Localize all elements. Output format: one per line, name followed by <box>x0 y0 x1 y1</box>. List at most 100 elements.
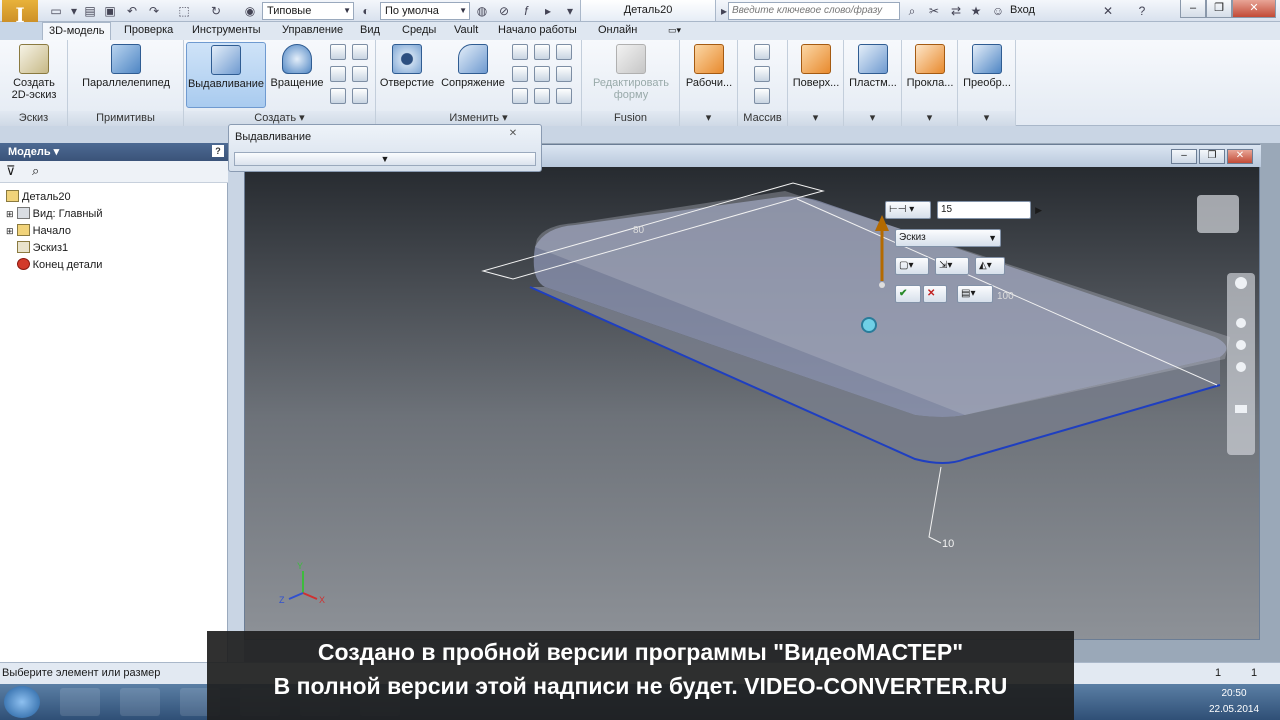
edit-form-button[interactable]: Редактировать форму <box>586 42 676 101</box>
surface-button[interactable]: Поверх... <box>790 42 842 89</box>
ribbon-options-icon[interactable]: ▭▾ <box>662 22 687 40</box>
tree-item-part[interactable]: Деталь20 <box>6 189 71 206</box>
delete-face-icon[interactable] <box>556 88 572 104</box>
distance-type-dropdown[interactable]: ⊢⊣ ▾ <box>885 201 931 219</box>
chamfer-icon[interactable] <box>512 44 528 60</box>
close-icon[interactable]: ✕ <box>1100 3 1116 19</box>
browser-header[interactable]: Модель ▾ ? <box>0 143 228 161</box>
tab-online[interactable]: Онлайн <box>592 22 643 40</box>
panel-convert-dropdown[interactable]: ▾ <box>958 111 1015 126</box>
close-icon[interactable]: ✕ <box>505 128 521 141</box>
model-canvas[interactable]: 80 100 10 Y X Z <box>245 167 1261 641</box>
filter-icon[interactable]: ⊽ <box>6 163 16 179</box>
coil-icon[interactable] <box>352 44 368 60</box>
loft-icon[interactable] <box>330 44 346 60</box>
mirror-icon[interactable] <box>754 88 770 104</box>
output-type-dropdown[interactable]: ▢▾ <box>895 257 929 275</box>
help-icon[interactable]: ? <box>1134 3 1150 19</box>
tree-item-end-of-part[interactable]: ⊞ Конец детали <box>6 257 102 274</box>
login-link[interactable]: Вход <box>1010 4 1035 16</box>
move-face-icon[interactable] <box>556 66 572 82</box>
dimension-100[interactable]: 100 <box>997 291 1014 302</box>
panel-plastic-dropdown[interactable]: ▾ <box>844 111 901 126</box>
clock-time[interactable]: 20:50 <box>1214 688 1254 699</box>
distance-input[interactable]: 15 ▶ <box>937 201 1042 219</box>
appearance-icon[interactable]: ◉ <box>242 3 258 19</box>
combine-icon[interactable] <box>556 44 572 60</box>
exchange-icon[interactable]: ⇄ <box>948 3 964 19</box>
maximize-button[interactable]: ❐ <box>1199 149 1225 164</box>
zoom-icon[interactable] <box>1236 340 1246 350</box>
operation-dropdown[interactable]: ◭▾ <box>975 257 1005 275</box>
save-icon[interactable]: ▣ <box>102 3 118 19</box>
sweep-icon[interactable] <box>330 66 346 82</box>
close-window-button[interactable]: ✕ <box>1232 0 1276 18</box>
binoculars-icon[interactable]: ⌕ <box>904 3 920 19</box>
options-dropdown[interactable]: ▤▾ <box>957 285 993 303</box>
start-button[interactable] <box>4 686 40 718</box>
hole-button[interactable]: Отверстие <box>378 42 436 89</box>
split-icon[interactable] <box>534 66 550 82</box>
ok-button[interactable]: ✔ <box>895 285 921 303</box>
undo-icon[interactable]: ↶ <box>124 3 140 19</box>
favorites-icon[interactable]: ★ <box>968 3 984 19</box>
dimension-80[interactable]: 80 <box>633 225 645 236</box>
update-icon[interactable]: ↻ <box>208 3 224 19</box>
rect-pattern-icon[interactable] <box>754 44 770 60</box>
project-icon[interactable]: ⬚ <box>176 3 192 19</box>
thicken-icon[interactable] <box>534 88 550 104</box>
revolve-button[interactable]: Вращение <box>268 42 326 89</box>
splitter[interactable] <box>228 143 244 662</box>
new-file-icon[interactable]: ▭ <box>48 3 64 19</box>
derive-icon[interactable] <box>352 88 368 104</box>
view-face-icon[interactable] <box>1235 405 1247 413</box>
tab-manage[interactable]: Управление <box>276 22 349 40</box>
close-button[interactable]: ✕ <box>1227 149 1253 164</box>
plastic-button[interactable]: Пластм... <box>846 42 900 89</box>
panel-work-dropdown[interactable]: ▾ <box>680 111 737 126</box>
profile-dropdown[interactable]: Эскиз ▼ <box>895 229 1001 247</box>
material-combo[interactable]: По умолча ▼ <box>380 2 470 20</box>
tree-item-sketch[interactable]: ⊞ Эскиз1 <box>6 240 68 257</box>
redo-icon[interactable]: ↷ <box>146 3 162 19</box>
panel-gasket-dropdown[interactable]: ▾ <box>902 111 957 126</box>
tab-inspect[interactable]: Проверка <box>118 22 179 40</box>
tab-tools[interactable]: Инструменты <box>186 22 267 40</box>
tree-item-origin[interactable]: ⊞ Начало <box>6 223 71 240</box>
steering-wheel-icon[interactable] <box>1235 277 1247 289</box>
expand-dialog-button[interactable]: ▼ <box>234 152 536 166</box>
extrude-button[interactable]: Выдавливание <box>186 42 266 108</box>
tab-getting-started[interactable]: Начало работы <box>492 22 583 40</box>
measure-icon[interactable]: ▸ <box>540 3 556 19</box>
customize-icon[interactable]: ▾ <box>562 3 578 19</box>
viewcube[interactable] <box>1197 195 1239 233</box>
search-input[interactable]: Введите ключевое слово/фразу <box>728 2 900 20</box>
thread-icon[interactable] <box>534 44 550 60</box>
gasket-button[interactable]: Прокла... <box>904 42 956 89</box>
pan-icon[interactable] <box>1236 318 1246 328</box>
dimension-10[interactable]: 10 <box>942 538 954 550</box>
minimize-button[interactable]: – <box>1180 0 1206 18</box>
graphics-window[interactable]: – ❐ ✕ 80 100 10 Y X Z ⊢⊣ ▾ 15 ▶ Эскиз ▼ … <box>244 144 1261 641</box>
parameters-icon[interactable]: f <box>518 3 534 19</box>
draft-icon[interactable] <box>512 88 528 104</box>
dropdown-icon[interactable]: ▾ <box>66 3 82 19</box>
style-combo[interactable]: Типовые ▼ <box>262 2 354 20</box>
tab-environments[interactable]: Среды <box>396 22 442 40</box>
work-features-button[interactable]: Рабочи... <box>682 42 736 89</box>
tray-icons[interactable] <box>1080 688 1210 716</box>
tab-vault[interactable]: Vault <box>448 22 484 40</box>
tools-icon[interactable]: ✂ <box>926 3 942 19</box>
expand-icon[interactable]: ⊞ <box>6 209 14 219</box>
binoculars-icon[interactable]: ⌕ <box>32 163 39 179</box>
convert-button[interactable]: Преобр... <box>960 42 1014 89</box>
clear-override-icon[interactable]: ⊘ <box>496 3 512 19</box>
help-icon[interactable]: ? <box>212 145 224 157</box>
user-icon[interactable]: ☺ <box>990 3 1006 19</box>
circ-pattern-icon[interactable] <box>754 66 770 82</box>
media-player-icon[interactable] <box>120 688 160 716</box>
chevron-right-icon[interactable]: ▶ <box>1035 202 1042 218</box>
box-button[interactable]: Параллелепипед <box>76 42 176 89</box>
explorer-icon[interactable] <box>60 688 100 716</box>
direction-dropdown[interactable]: ⇲▾ <box>935 257 969 275</box>
